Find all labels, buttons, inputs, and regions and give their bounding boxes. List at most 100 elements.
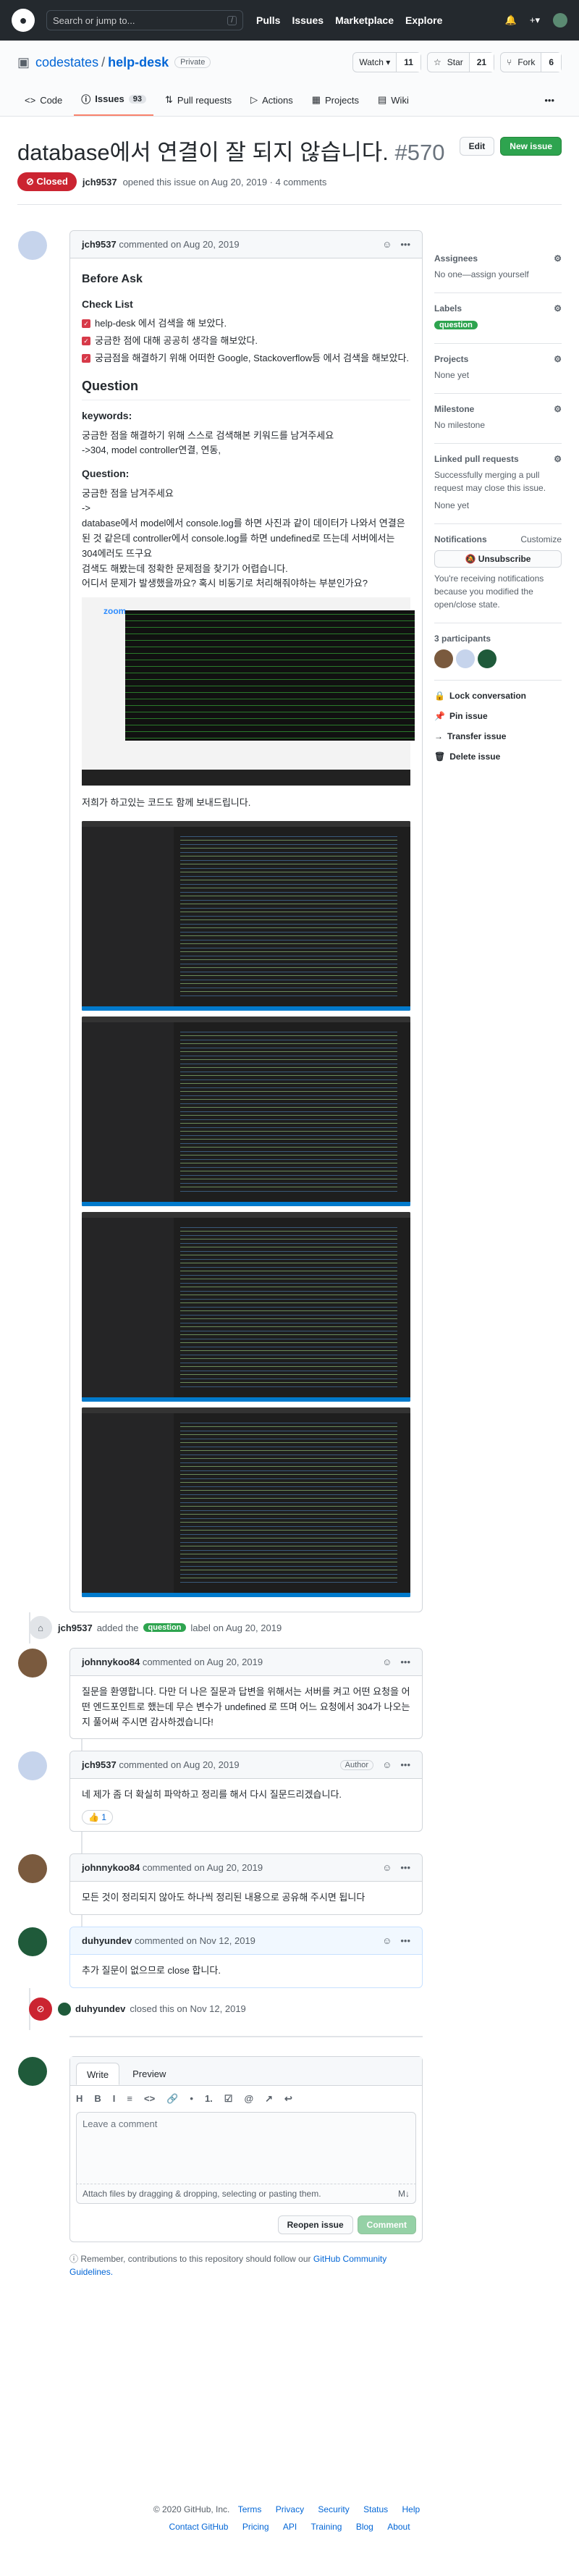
code-screenshot-image[interactable] (82, 1407, 410, 1597)
code-screenshot-image[interactable] (82, 820, 410, 1011)
watch-count[interactable]: 11 (396, 53, 420, 72)
footer-link-blog[interactable]: Blog (356, 2522, 373, 2532)
italic-icon[interactable]: I (113, 2093, 116, 2105)
code-screenshot-image[interactable] (82, 1016, 410, 1206)
bullet-list-icon[interactable]: • (190, 2093, 193, 2105)
gear-icon[interactable]: ⚙ (554, 404, 562, 414)
tab-write[interactable]: Write (76, 2062, 120, 2085)
footer-link-training[interactable]: Training (311, 2522, 342, 2532)
watch-button[interactable]: Watch ▾ 11 (352, 52, 421, 72)
smiley-icon[interactable]: ☺ (382, 1759, 392, 1770)
comment-author[interactable]: jch9537 (82, 1759, 117, 1770)
thumbs-up-reaction[interactable]: 👍 1 (82, 1810, 113, 1825)
github-logo-icon[interactable]: ● (12, 9, 35, 32)
more-menu-button[interactable]: ••• (537, 86, 562, 116)
comment-textarea[interactable]: Leave a comment (76, 2111, 416, 2184)
avatar[interactable] (18, 1648, 47, 1678)
avatar[interactable] (58, 2002, 71, 2016)
nav-marketplace[interactable]: Marketplace (335, 14, 394, 26)
tab-preview[interactable]: Preview (122, 2063, 176, 2085)
pin-issue-button[interactable]: 📌 Pin issue (434, 711, 562, 721)
issue-author-link[interactable]: jch9537 (83, 177, 117, 188)
reference-icon[interactable]: ↗ (265, 2093, 273, 2105)
tab-issues[interactable]: ⓘ Issues 93 (74, 83, 154, 116)
gear-icon[interactable]: ⚙ (554, 354, 562, 364)
quote-icon[interactable]: ≡ (127, 2093, 132, 2105)
footer-link-security[interactable]: Security (318, 2504, 349, 2514)
tab-projects[interactable]: ▦ Projects (305, 85, 366, 116)
avatar[interactable] (434, 649, 453, 668)
avatar[interactable] (456, 649, 475, 668)
task-list-icon[interactable]: ☑ (224, 2093, 233, 2105)
customize-link[interactable]: Customize (520, 534, 562, 544)
edit-button[interactable]: Edit (459, 137, 495, 156)
event-author[interactable]: jch9537 (58, 1622, 93, 1633)
star-count[interactable]: 21 (468, 53, 494, 72)
tab-wiki[interactable]: ▤ Wiki (371, 85, 416, 116)
more-icon[interactable]: ••• (400, 1862, 410, 1873)
nav-explore[interactable]: Explore (405, 14, 442, 26)
question-label[interactable]: question (434, 321, 478, 329)
smiley-icon[interactable]: ☺ (382, 239, 392, 250)
more-icon[interactable]: ••• (400, 239, 410, 250)
avatar[interactable] (18, 1927, 47, 1956)
comment-author[interactable]: duhyundev (82, 1935, 132, 1946)
footer-link-api[interactable]: API (283, 2522, 297, 2532)
tab-code[interactable]: <> Code (17, 86, 69, 116)
avatar[interactable] (18, 2056, 47, 2086)
reopen-issue-button[interactable]: Reopen issue (277, 2215, 353, 2234)
attach-files-bar[interactable]: Attach files by dragging & dropping, sel… (76, 2184, 416, 2204)
comment-author[interactable]: jch9537 (82, 239, 117, 250)
checkbox-checked-icon[interactable]: ✓ (82, 353, 90, 363)
search-input[interactable]: Search or jump to... / (46, 10, 243, 30)
numbered-list-icon[interactable]: 1. (205, 2093, 213, 2105)
footer-link-status[interactable]: Status (363, 2504, 388, 2514)
plus-menu[interactable]: +▾ (530, 14, 540, 26)
nav-issues[interactable]: Issues (292, 14, 324, 26)
gear-icon[interactable]: ⚙ (554, 454, 562, 464)
footer-link-about[interactable]: About (387, 2522, 410, 2532)
tab-actions[interactable]: ▷ Actions (243, 85, 300, 116)
gear-icon[interactable]: ⚙ (554, 253, 562, 264)
smiley-icon[interactable]: ☺ (382, 1862, 392, 1873)
fork-count[interactable]: 6 (541, 53, 561, 72)
user-avatar[interactable] (553, 13, 567, 28)
comment-button[interactable]: Comment (357, 2215, 416, 2234)
checkbox-checked-icon[interactable]: ✓ (82, 319, 90, 329)
footer-link-contact[interactable]: Contact GitHub (169, 2522, 228, 2532)
new-issue-button[interactable]: New issue (500, 137, 562, 156)
link-icon[interactable]: 🔗 (166, 2093, 178, 2105)
more-icon[interactable]: ••• (400, 1935, 410, 1946)
footer-link-help[interactable]: Help (402, 2504, 420, 2514)
event-author[interactable]: duhyundev (75, 2003, 125, 2014)
footer-link-terms[interactable]: Terms (238, 2504, 262, 2514)
smiley-icon[interactable]: ☺ (382, 1657, 392, 1667)
transfer-issue-button[interactable]: → Transfer issue (434, 731, 562, 741)
bold-icon[interactable]: B (94, 2093, 101, 2105)
footer-link-privacy[interactable]: Privacy (276, 2504, 304, 2514)
star-button[interactable]: ☆ Star 21 (426, 52, 495, 72)
heading-icon[interactable]: H (76, 2093, 83, 2105)
assignees-value[interactable]: No one—assign yourself (434, 268, 562, 281)
zoom-screenshot-image[interactable]: zoom (82, 597, 415, 786)
lock-conversation-button[interactable]: 🔒 Lock conversation (434, 691, 562, 701)
more-icon[interactable]: ••• (400, 1759, 410, 1770)
avatar[interactable] (18, 1751, 47, 1781)
repo-name-link[interactable]: help-desk (108, 55, 169, 70)
more-icon[interactable]: ••• (400, 1657, 410, 1667)
avatar[interactable] (18, 231, 47, 260)
checkbox-checked-icon[interactable]: ✓ (82, 337, 90, 346)
fork-button[interactable]: ⑂ Fork 6 (500, 52, 562, 72)
reply-icon[interactable]: ↩ (284, 2093, 292, 2105)
smiley-icon[interactable]: ☺ (382, 1935, 392, 1946)
comment-author[interactable]: johnnykoo84 (82, 1657, 140, 1667)
code-icon[interactable]: <> (144, 2093, 155, 2105)
comment-author[interactable]: johnnykoo84 (82, 1862, 140, 1873)
unsubscribe-button[interactable]: 🔕 Unsubscribe (434, 550, 562, 568)
mention-icon[interactable]: @ (244, 2093, 253, 2105)
nav-pulls[interactable]: Pulls (256, 14, 280, 26)
question-label[interactable]: question (143, 1623, 187, 1633)
avatar[interactable] (18, 1854, 47, 1884)
tab-pull-requests[interactable]: ⇅ Pull requests (158, 85, 239, 116)
gear-icon[interactable]: ⚙ (554, 303, 562, 313)
